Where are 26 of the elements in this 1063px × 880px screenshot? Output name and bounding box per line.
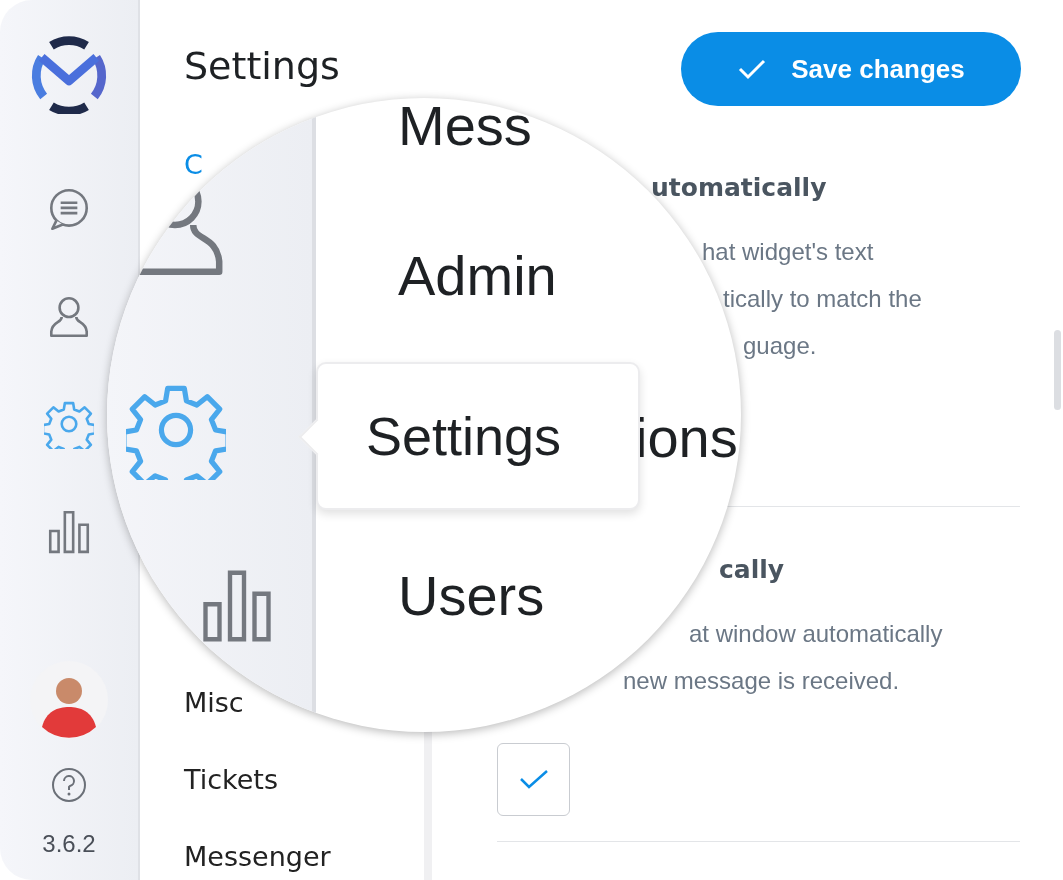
bar-chart-icon <box>202 568 272 644</box>
setting-description: hat widget's text <box>702 237 874 267</box>
menu-label: Users <box>398 568 545 624</box>
setting-title: utomatically <box>651 172 827 204</box>
check-icon <box>737 57 768 81</box>
checkbox[interactable] <box>497 743 570 816</box>
setting-description: tically to match the <box>723 284 922 314</box>
gear-icon[interactable] <box>44 399 94 449</box>
setting-description: guage. <box>743 331 817 361</box>
menu-label: Mess <box>398 98 532 154</box>
menu-label: ions <box>635 410 738 466</box>
setting-description: at window automatically <box>689 619 943 649</box>
settings-nav-item[interactable]: Messenger <box>184 844 331 870</box>
settings-nav-item[interactable]: C <box>184 152 203 178</box>
menu-label: Admin <box>398 248 557 304</box>
tooltip-text: Settings <box>366 405 562 467</box>
setting-description: new message is received. <box>623 666 900 696</box>
settings-nav-item[interactable]: Misc <box>184 690 244 716</box>
help-icon[interactable] <box>50 766 88 804</box>
save-button[interactable]: Save changes <box>681 32 1021 106</box>
scrollbar-thumb[interactable] <box>1054 330 1061 410</box>
settings-nav-item[interactable]: Tickets <box>184 767 278 793</box>
version-label: 3.6.2 <box>42 830 96 858</box>
page-title: Settings <box>184 44 340 88</box>
setting-title: cally <box>719 554 785 586</box>
check-icon <box>518 768 549 791</box>
